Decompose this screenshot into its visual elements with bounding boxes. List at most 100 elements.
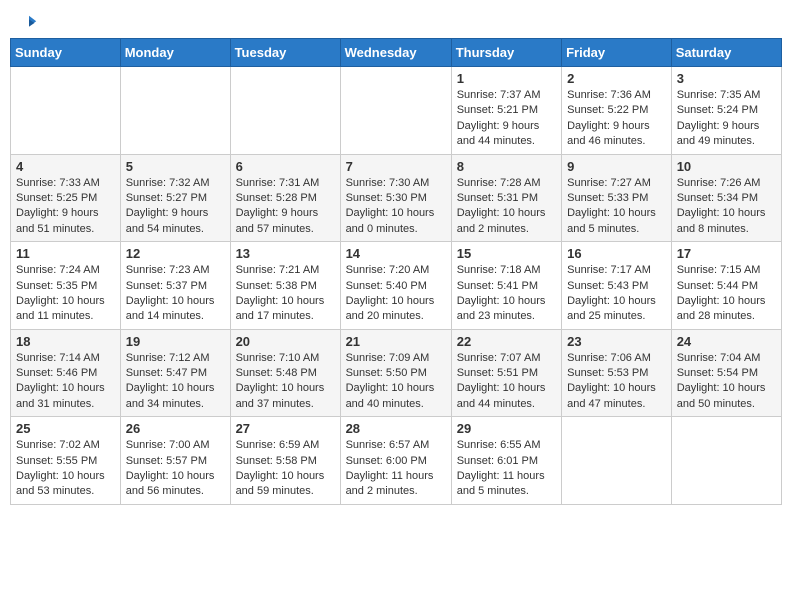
calendar-week-row: 18 Sunrise: 7:14 AM Sunset: 5:46 PM Dayli… <box>11 329 782 417</box>
day-detail: Sunrise: 7:04 AM Sunset: 5:54 PM Dayligh… <box>677 351 776 413</box>
day-number: 24 <box>677 334 776 349</box>
day-of-week-header: Monday <box>120 39 230 67</box>
calendar-week-row: 4 Sunrise: 7:33 AM Sunset: 5:25 PM Daylig… <box>11 154 782 242</box>
calendar-cell: 23 Sunrise: 7:06 AM Sunset: 5:53 PM Dayli… <box>562 329 672 417</box>
calendar-cell: 21Sunrise: 7:09 AM Sunset: 5:50 PM Dayli… <box>340 329 451 417</box>
day-number: 12 <box>126 246 225 261</box>
day-detail: Sunrise: 7:20 AM Sunset: 5:40 PM Dayligh… <box>346 263 446 325</box>
calendar-cell: 19 Sunrise: 7:12 AM Sunset: 5:47 PM Dayli… <box>120 329 230 417</box>
calendar-cell: 26 Sunrise: 7:00 AM Sunset: 5:57 PM Dayli… <box>120 417 230 505</box>
day-detail: Sunrise: 7:14 AM Sunset: 5:46 PM Dayligh… <box>16 351 115 413</box>
day-detail: Sunrise: 7:07 AM Sunset: 5:51 PM Dayligh… <box>457 351 556 413</box>
calendar-cell: 15Sunrise: 7:18 AM Sunset: 5:41 PM Dayli… <box>451 242 561 330</box>
calendar-week-row: 25 Sunrise: 7:02 AM Sunset: 5:55 PM Dayli… <box>11 417 782 505</box>
calendar-week-row: 1Sunrise: 7:37 AM Sunset: 5:21 PM Daylig… <box>11 67 782 155</box>
day-detail: Sunrise: 7:31 AM Sunset: 5:28 PM Dayligh… <box>236 176 335 238</box>
day-detail: Sunrise: 7:18 AM Sunset: 5:41 PM Dayligh… <box>457 263 556 325</box>
day-number: 11 <box>16 246 115 261</box>
calendar-cell: 4 Sunrise: 7:33 AM Sunset: 5:25 PM Daylig… <box>11 154 121 242</box>
day-detail: Sunrise: 7:32 AM Sunset: 5:27 PM Dayligh… <box>126 176 225 238</box>
calendar-cell <box>120 67 230 155</box>
day-detail: Sunrise: 7:17 AM Sunset: 5:43 PM Dayligh… <box>567 263 666 325</box>
day-detail: Sunrise: 7:12 AM Sunset: 5:47 PM Dayligh… <box>126 351 225 413</box>
day-number: 13 <box>236 246 335 261</box>
day-detail: Sunrise: 7:06 AM Sunset: 5:53 PM Dayligh… <box>567 351 666 413</box>
calendar-cell: 14 Sunrise: 7:20 AM Sunset: 5:40 PM Dayli… <box>340 242 451 330</box>
day-number: 4 <box>16 159 115 174</box>
day-number: 2 <box>567 71 666 86</box>
day-number: 7 <box>346 159 446 174</box>
day-detail: Sunrise: 7:09 AM Sunset: 5:50 PM Dayligh… <box>346 351 446 413</box>
calendar-cell: 1Sunrise: 7:37 AM Sunset: 5:21 PM Daylig… <box>451 67 561 155</box>
calendar-cell: 16Sunrise: 7:17 AM Sunset: 5:43 PM Dayli… <box>562 242 672 330</box>
day-number: 6 <box>236 159 335 174</box>
day-of-week-header: Thursday <box>451 39 561 67</box>
day-of-week-header: Sunday <box>11 39 121 67</box>
calendar-cell <box>671 417 781 505</box>
day-detail: Sunrise: 7:33 AM Sunset: 5:25 PM Dayligh… <box>16 176 115 238</box>
calendar-cell: 29 Sunrise: 6:55 AM Sunset: 6:01 PM Dayli… <box>451 417 561 505</box>
calendar-header-row: SundayMondayTuesdayWednesdayThursdayFrid… <box>11 39 782 67</box>
calendar-cell: 5 Sunrise: 7:32 AM Sunset: 5:27 PM Daylig… <box>120 154 230 242</box>
day-detail: Sunrise: 7:27 AM Sunset: 5:33 PM Dayligh… <box>567 176 666 238</box>
calendar-cell: 18 Sunrise: 7:14 AM Sunset: 5:46 PM Dayli… <box>11 329 121 417</box>
calendar-cell: 24 Sunrise: 7:04 AM Sunset: 5:54 PM Dayli… <box>671 329 781 417</box>
day-number: 18 <box>16 334 115 349</box>
day-detail: Sunrise: 7:02 AM Sunset: 5:55 PM Dayligh… <box>16 438 115 500</box>
calendar-cell: 6 Sunrise: 7:31 AM Sunset: 5:28 PM Daylig… <box>230 154 340 242</box>
day-detail: Sunrise: 7:21 AM Sunset: 5:38 PM Dayligh… <box>236 263 335 325</box>
calendar-cell: 22 Sunrise: 7:07 AM Sunset: 5:51 PM Dayli… <box>451 329 561 417</box>
calendar-cell: 12Sunrise: 7:23 AM Sunset: 5:37 PM Dayli… <box>120 242 230 330</box>
day-detail: Sunrise: 7:36 AM Sunset: 5:22 PM Dayligh… <box>567 88 666 150</box>
day-of-week-header: Wednesday <box>340 39 451 67</box>
calendar-cell <box>11 67 121 155</box>
day-number: 20 <box>236 334 335 349</box>
calendar-cell <box>340 67 451 155</box>
day-number: 14 <box>346 246 446 261</box>
day-of-week-header: Friday <box>562 39 672 67</box>
calendar-cell: 11 Sunrise: 7:24 AM Sunset: 5:35 PM Dayli… <box>11 242 121 330</box>
calendar-cell: 28Sunrise: 6:57 AM Sunset: 6:00 PM Dayli… <box>340 417 451 505</box>
day-detail: Sunrise: 7:15 AM Sunset: 5:44 PM Dayligh… <box>677 263 776 325</box>
day-number: 10 <box>677 159 776 174</box>
day-detail: Sunrise: 7:28 AM Sunset: 5:31 PM Dayligh… <box>457 176 556 238</box>
day-number: 5 <box>126 159 225 174</box>
day-of-week-header: Tuesday <box>230 39 340 67</box>
day-number: 29 <box>457 421 556 436</box>
day-number: 19 <box>126 334 225 349</box>
calendar-cell: 10 Sunrise: 7:26 AM Sunset: 5:34 PM Dayli… <box>671 154 781 242</box>
calendar-cell: 27 Sunrise: 6:59 AM Sunset: 5:58 PM Dayli… <box>230 417 340 505</box>
calendar-cell <box>230 67 340 155</box>
calendar-cell: 17 Sunrise: 7:15 AM Sunset: 5:44 PM Dayli… <box>671 242 781 330</box>
day-detail: Sunrise: 7:00 AM Sunset: 5:57 PM Dayligh… <box>126 438 225 500</box>
day-detail: Sunrise: 7:24 AM Sunset: 5:35 PM Dayligh… <box>16 263 115 325</box>
calendar-cell: 25 Sunrise: 7:02 AM Sunset: 5:55 PM Dayli… <box>11 417 121 505</box>
day-number: 23 <box>567 334 666 349</box>
day-number: 28 <box>346 421 446 436</box>
calendar-table: SundayMondayTuesdayWednesdayThursdayFrid… <box>10 38 782 505</box>
calendar-cell: 8 Sunrise: 7:28 AM Sunset: 5:31 PM Daylig… <box>451 154 561 242</box>
calendar-cell <box>562 417 672 505</box>
day-number: 8 <box>457 159 556 174</box>
logo <box>18 14 38 26</box>
day-number: 25 <box>16 421 115 436</box>
day-number: 27 <box>236 421 335 436</box>
day-number: 17 <box>677 246 776 261</box>
calendar-cell: 20 Sunrise: 7:10 AM Sunset: 5:48 PM Dayli… <box>230 329 340 417</box>
calendar-week-row: 11 Sunrise: 7:24 AM Sunset: 5:35 PM Dayli… <box>11 242 782 330</box>
day-detail: Sunrise: 6:59 AM Sunset: 5:58 PM Dayligh… <box>236 438 335 500</box>
calendar-cell: 3Sunrise: 7:35 AM Sunset: 5:24 PM Daylig… <box>671 67 781 155</box>
day-detail: Sunrise: 7:26 AM Sunset: 5:34 PM Dayligh… <box>677 176 776 238</box>
day-detail: Sunrise: 7:30 AM Sunset: 5:30 PM Dayligh… <box>346 176 446 238</box>
calendar-cell: 7 Sunrise: 7:30 AM Sunset: 5:30 PM Daylig… <box>340 154 451 242</box>
day-number: 9 <box>567 159 666 174</box>
day-detail: Sunrise: 7:37 AM Sunset: 5:21 PM Dayligh… <box>457 88 556 150</box>
page-header <box>10 10 782 30</box>
day-number: 22 <box>457 334 556 349</box>
day-detail: Sunrise: 6:55 AM Sunset: 6:01 PM Dayligh… <box>457 438 556 500</box>
calendar-cell: 9 Sunrise: 7:27 AM Sunset: 5:33 PM Daylig… <box>562 154 672 242</box>
day-number: 3 <box>677 71 776 86</box>
day-number: 26 <box>126 421 225 436</box>
day-of-week-header: Saturday <box>671 39 781 67</box>
day-detail: Sunrise: 7:10 AM Sunset: 5:48 PM Dayligh… <box>236 351 335 413</box>
